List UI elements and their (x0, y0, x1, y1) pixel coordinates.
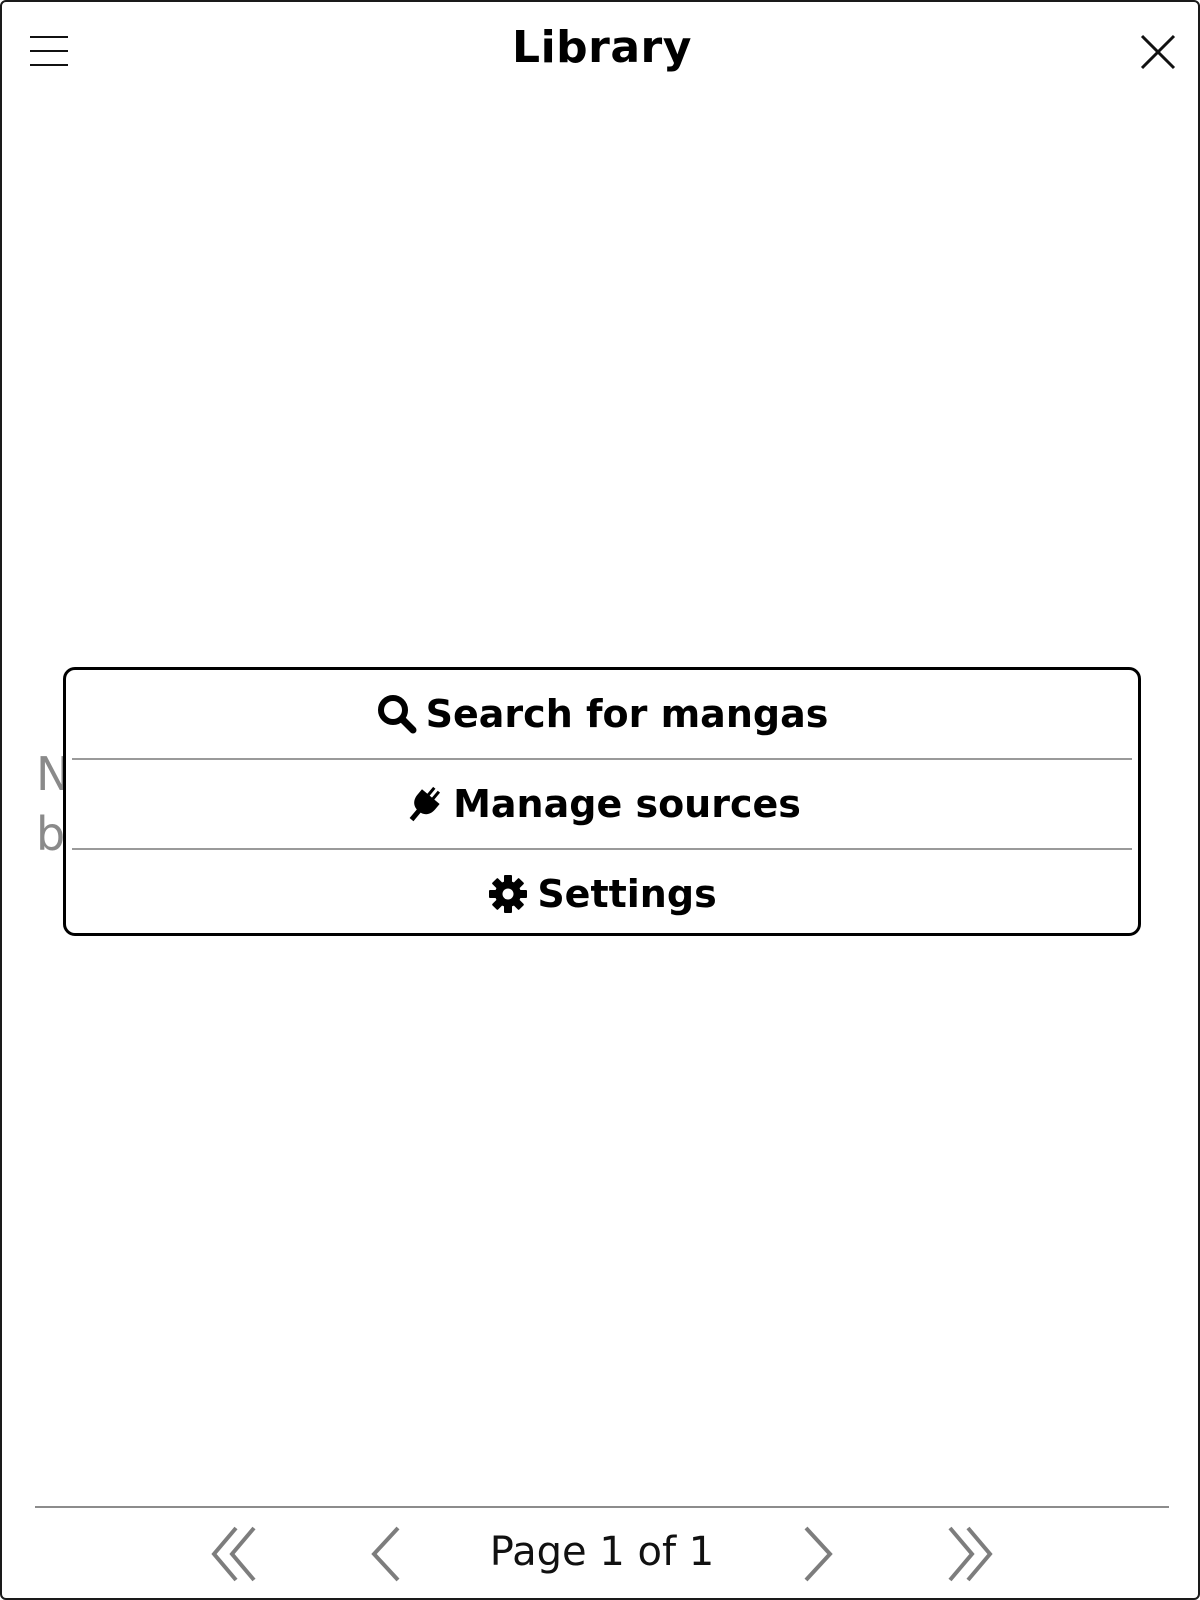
search-mangas-label: Search for mangas (425, 692, 829, 736)
main-menu-popup: Search for mangas Manage sources Setting… (63, 667, 1141, 936)
page-indicator: Page 1 of 1 (489, 1529, 715, 1575)
gear-icon (489, 875, 528, 913)
page-title: Library (512, 22, 692, 73)
footer-divider (35, 1506, 1169, 1508)
manage-sources-label: Manage sources (453, 782, 801, 826)
first-page-icon[interactable] (208, 1524, 262, 1584)
previous-page-icon[interactable] (366, 1524, 406, 1584)
plug-icon (409, 786, 441, 822)
search-icon (377, 695, 417, 734)
manage-sources-menu-item[interactable]: Manage sources (66, 760, 1138, 848)
settings-label: Settings (537, 872, 717, 916)
last-page-icon[interactable] (942, 1524, 996, 1584)
next-page-icon[interactable] (798, 1524, 838, 1584)
app-window: Library N b Search for mangas Manage sou… (0, 0, 1200, 1600)
settings-menu-item[interactable]: Settings (66, 850, 1138, 933)
top-bar: Library (2, 2, 1198, 102)
close-icon[interactable] (1138, 32, 1178, 72)
search-mangas-menu-item[interactable]: Search for mangas (66, 670, 1138, 758)
